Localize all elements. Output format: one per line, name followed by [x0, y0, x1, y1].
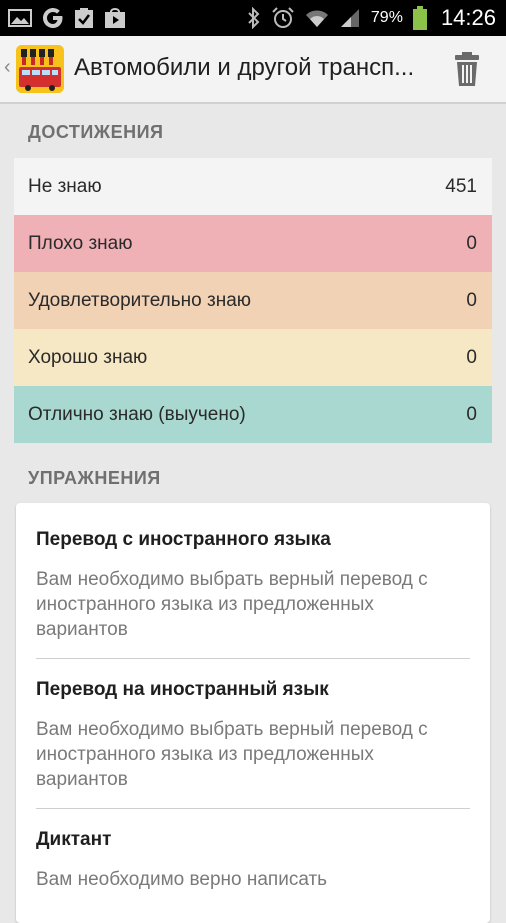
google-icon: [42, 7, 64, 29]
stat-label: Плохо знаю: [28, 232, 133, 254]
stat-row-dont-know[interactable]: Не знаю 451: [14, 158, 492, 215]
exercises-card: Перевод с иностранного языка Вам необход…: [16, 503, 490, 923]
exercise-title: Перевод на иностранный язык: [36, 679, 329, 700]
stat-row-poor[interactable]: Плохо знаю 0: [14, 215, 492, 272]
stat-count: 0: [466, 403, 477, 425]
battery-percent: 79%: [370, 9, 403, 26]
gallery-icon: [8, 8, 32, 28]
exercise-title: Диктант: [36, 829, 112, 850]
exercise-title: Перевод с иностранного языка: [36, 529, 331, 550]
bluetooth-icon: [247, 7, 261, 29]
exercise-description: Вам необходимо верно написать: [36, 869, 328, 890]
stat-label: Удовлетворительно знаю: [28, 289, 252, 311]
exercise-description: Вам необходимо выбрать верный перевод с …: [36, 569, 428, 640]
stat-row-satisfactory[interactable]: Удовлетворительно знаю 0: [14, 272, 492, 329]
stat-count: 451: [445, 175, 477, 197]
status-bar: 79% 14:26: [0, 0, 506, 36]
stat-count: 0: [466, 289, 477, 311]
achievements-list: Не знаю 451 Плохо знаю 0 Удовлетворитель…: [14, 158, 492, 443]
action-bar: ‹ Автомобили и другой трансп...: [0, 36, 506, 104]
signal-icon: [339, 8, 361, 28]
achievements-header: ДОСТИЖЕНИЯ: [28, 122, 164, 142]
stat-count: 0: [466, 346, 477, 368]
clock: 14:26: [440, 5, 496, 30]
exercise-item-from-foreign[interactable]: Перевод с иностранного языка Вам необход…: [16, 503, 490, 640]
stat-label: Отлично знаю (выучено): [28, 403, 246, 425]
exercise-item-to-foreign[interactable]: Перевод на иностранный язык Вам необходи…: [16, 659, 490, 790]
stat-label: Не знаю: [28, 175, 102, 197]
trash-icon[interactable]: [454, 52, 480, 91]
back-chevron-icon[interactable]: ‹: [4, 56, 11, 79]
alarm-icon: [271, 6, 295, 30]
exercise-item-dictation[interactable]: Диктант Вам необходимо верно написать: [16, 809, 490, 892]
stat-row-good[interactable]: Хорошо знаю 0: [14, 329, 492, 386]
screen-title: Автомобили и другой трансп...: [74, 54, 415, 81]
exercise-description: Вам необходимо выбрать верный перевод с …: [36, 719, 428, 790]
stat-row-excellent[interactable]: Отлично знаю (выучено) 0: [14, 386, 492, 443]
battery-icon: [412, 6, 427, 30]
wifi-icon: [305, 8, 329, 28]
play-store-icon: [104, 7, 126, 29]
exercises-header: УПРАЖНЕНИЯ: [28, 468, 161, 488]
stat-label: Хорошо знаю: [28, 346, 148, 368]
stat-count: 0: [466, 232, 477, 254]
clipboard-check-icon: [74, 7, 94, 29]
app-logo[interactable]: [16, 45, 64, 93]
